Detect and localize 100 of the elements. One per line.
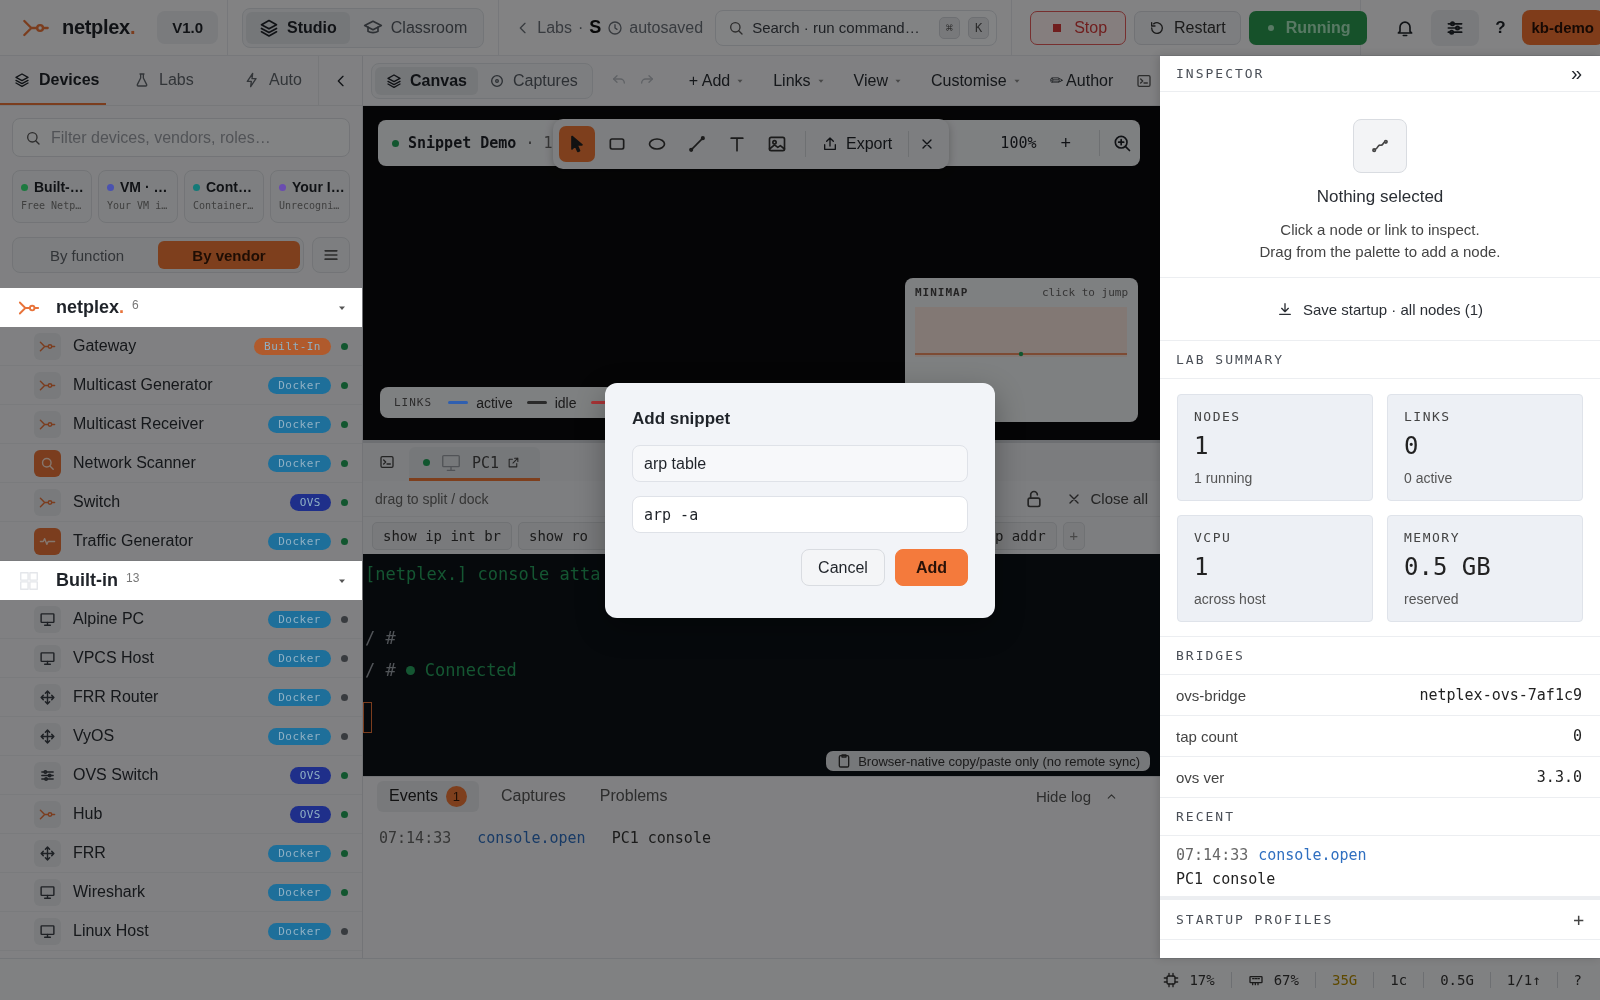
device-row[interactable]: Hub OVS [0, 795, 362, 834]
hide-log-button[interactable]: Hide log [1035, 787, 1118, 805]
mode-tab[interactable]: Classroom [349, 11, 481, 44]
source-card[interactable]: Cont… Container… [184, 170, 264, 223]
grouping-tab[interactable]: By vendor [158, 241, 300, 269]
section-title: STARTUP PROFILES [1176, 912, 1334, 927]
restart-icon [1149, 19, 1166, 36]
sidebar-tab[interactable]: Labs [106, 56, 218, 105]
device-row[interactable]: Alpine PC Docker [0, 600, 362, 639]
console-line: Connected [424, 660, 517, 680]
event-time: 07:14:33 [1176, 846, 1249, 864]
export-button[interactable]: Export [816, 135, 899, 153]
device-row[interactable]: Network Scanner Docker [0, 444, 362, 483]
source-card[interactable]: Your I… Unrecogni… [270, 170, 350, 223]
device-row[interactable]: VyOS Docker [0, 717, 362, 756]
device-row[interactable]: Switch OVS [0, 483, 362, 522]
group-header[interactable]: netplex. 6 [0, 288, 362, 327]
view-tab[interactable]: Captures [477, 66, 589, 95]
add-button[interactable]: Add [894, 549, 968, 586]
save-startup-button[interactable]: Save startup · all nodes (1) [1276, 300, 1484, 318]
menu-button[interactable]: Customise [916, 71, 1036, 90]
flask-icon [134, 71, 150, 88]
sidebar-tab[interactable]: Devices [0, 56, 106, 105]
source-subtitle: Your VM i… [107, 200, 169, 211]
name-field[interactable]: arp table [632, 445, 968, 482]
source-card[interactable]: Built-… Free Netp… [12, 170, 92, 223]
count-badge: 1 [445, 785, 467, 807]
device-row[interactable]: Linux Host Docker [0, 912, 362, 951]
sidebar-tab[interactable]: Auto [218, 56, 318, 105]
menu-button[interactable]: + Add [674, 71, 760, 90]
empty-title: Nothing selected [1316, 187, 1444, 207]
grouping-tab[interactable]: By function [16, 241, 158, 269]
minimap-hint: click to jump [1041, 286, 1128, 299]
settings-button[interactable] [1431, 9, 1480, 46]
zoom-in-button[interactable]: + [1060, 132, 1071, 154]
status-text: 1/1↑ [1506, 971, 1541, 988]
log-tab[interactable]: Problems [587, 782, 680, 810]
stop-button[interactable]: Stop [1030, 10, 1127, 45]
search-icon [25, 130, 41, 146]
section-title: LAB SUMMARY [1160, 341, 1600, 379]
collapse-button[interactable]: » [1570, 62, 1582, 85]
device-row[interactable]: FRR Router Docker [0, 678, 362, 717]
tool-button[interactable] [559, 126, 595, 162]
menu-button[interactable] [312, 237, 350, 273]
console-tab[interactable]: PC1 [409, 447, 540, 481]
stat-caption: reserved [1404, 591, 1460, 607]
device-name: Multicast Generator [73, 376, 214, 394]
back-link[interactable]: Labs [515, 18, 572, 37]
external-link-icon [507, 456, 521, 469]
event-link[interactable]: console.open [477, 829, 586, 847]
device-row[interactable]: OVS Switch OVS [0, 756, 362, 795]
source-subtitle: Unrecogni… [279, 200, 341, 211]
mode-tab[interactable]: Studio [246, 11, 350, 44]
lab-meta: · 1 [525, 134, 553, 152]
snippet-chip[interactable]: show ip int br [372, 521, 512, 550]
monitor-icon [39, 883, 56, 901]
device-name: Wireshark [73, 883, 146, 901]
close-all-button[interactable]: Close all [1066, 490, 1148, 507]
image-icon [767, 134, 787, 154]
lab-name[interactable]: S [589, 17, 602, 38]
source-subtitle: Free Netp… [21, 200, 83, 211]
stat-caption: 0 active [1404, 470, 1454, 486]
source-card[interactable]: VM · … Your VM i… [98, 170, 178, 223]
help-button[interactable]: ? [1495, 17, 1506, 38]
device-name: Linux Host [73, 922, 150, 940]
property-value: netplex-ovs-7af1c9 [1419, 686, 1582, 704]
event-link[interactable]: console.open [1258, 846, 1367, 864]
stat-label: MEMORY [1404, 530, 1461, 545]
view-tab[interactable]: Canvas [375, 66, 478, 95]
menu-button[interactable]: ✏ Author [1035, 71, 1128, 90]
device-row[interactable]: Wireshark Docker [0, 873, 362, 912]
restart-button[interactable]: Restart [1134, 10, 1241, 45]
menu-button[interactable]: View [839, 71, 917, 90]
device-row[interactable]: Multicast Receiver Docker [0, 405, 362, 444]
terminal-icon[interactable] [379, 454, 395, 470]
grid-icon [18, 569, 40, 592]
save-status: autosaved [629, 18, 704, 37]
device-row[interactable]: VPCS Host Docker [0, 639, 362, 678]
command-field[interactable]: arp -a [632, 496, 968, 533]
monitor-icon [39, 610, 56, 628]
log-tab[interactable]: Events 1 [377, 780, 479, 812]
menu-button[interactable]: Links [759, 71, 840, 90]
log-tab[interactable]: Captures [488, 782, 578, 810]
add-profile-button[interactable]: + [1573, 909, 1584, 930]
shell-prompt: / # [365, 628, 396, 648]
line-icon [687, 134, 707, 154]
cancel-button[interactable]: Cancel [801, 549, 885, 586]
group-header[interactable]: Built-in 13 [0, 561, 362, 600]
terminal-icon[interactable] [1136, 72, 1152, 89]
device-row[interactable]: Gateway Built-In [0, 327, 362, 366]
device-name: Gateway [73, 337, 138, 355]
zoom-level: 100% [1000, 134, 1037, 152]
section-title: RECENT [1160, 798, 1600, 836]
source-title: Cont… [206, 179, 252, 195]
minimap[interactable]: MINIMAP click to jump [905, 278, 1138, 422]
device-name: OVS Switch [73, 766, 160, 784]
user-button[interactable]: kb-demo [1521, 10, 1600, 45]
device-row[interactable]: FRR Docker [0, 834, 362, 873]
zoom-icon[interactable] [1112, 133, 1132, 153]
device-row[interactable]: Multicast Generator Docker [0, 366, 362, 405]
